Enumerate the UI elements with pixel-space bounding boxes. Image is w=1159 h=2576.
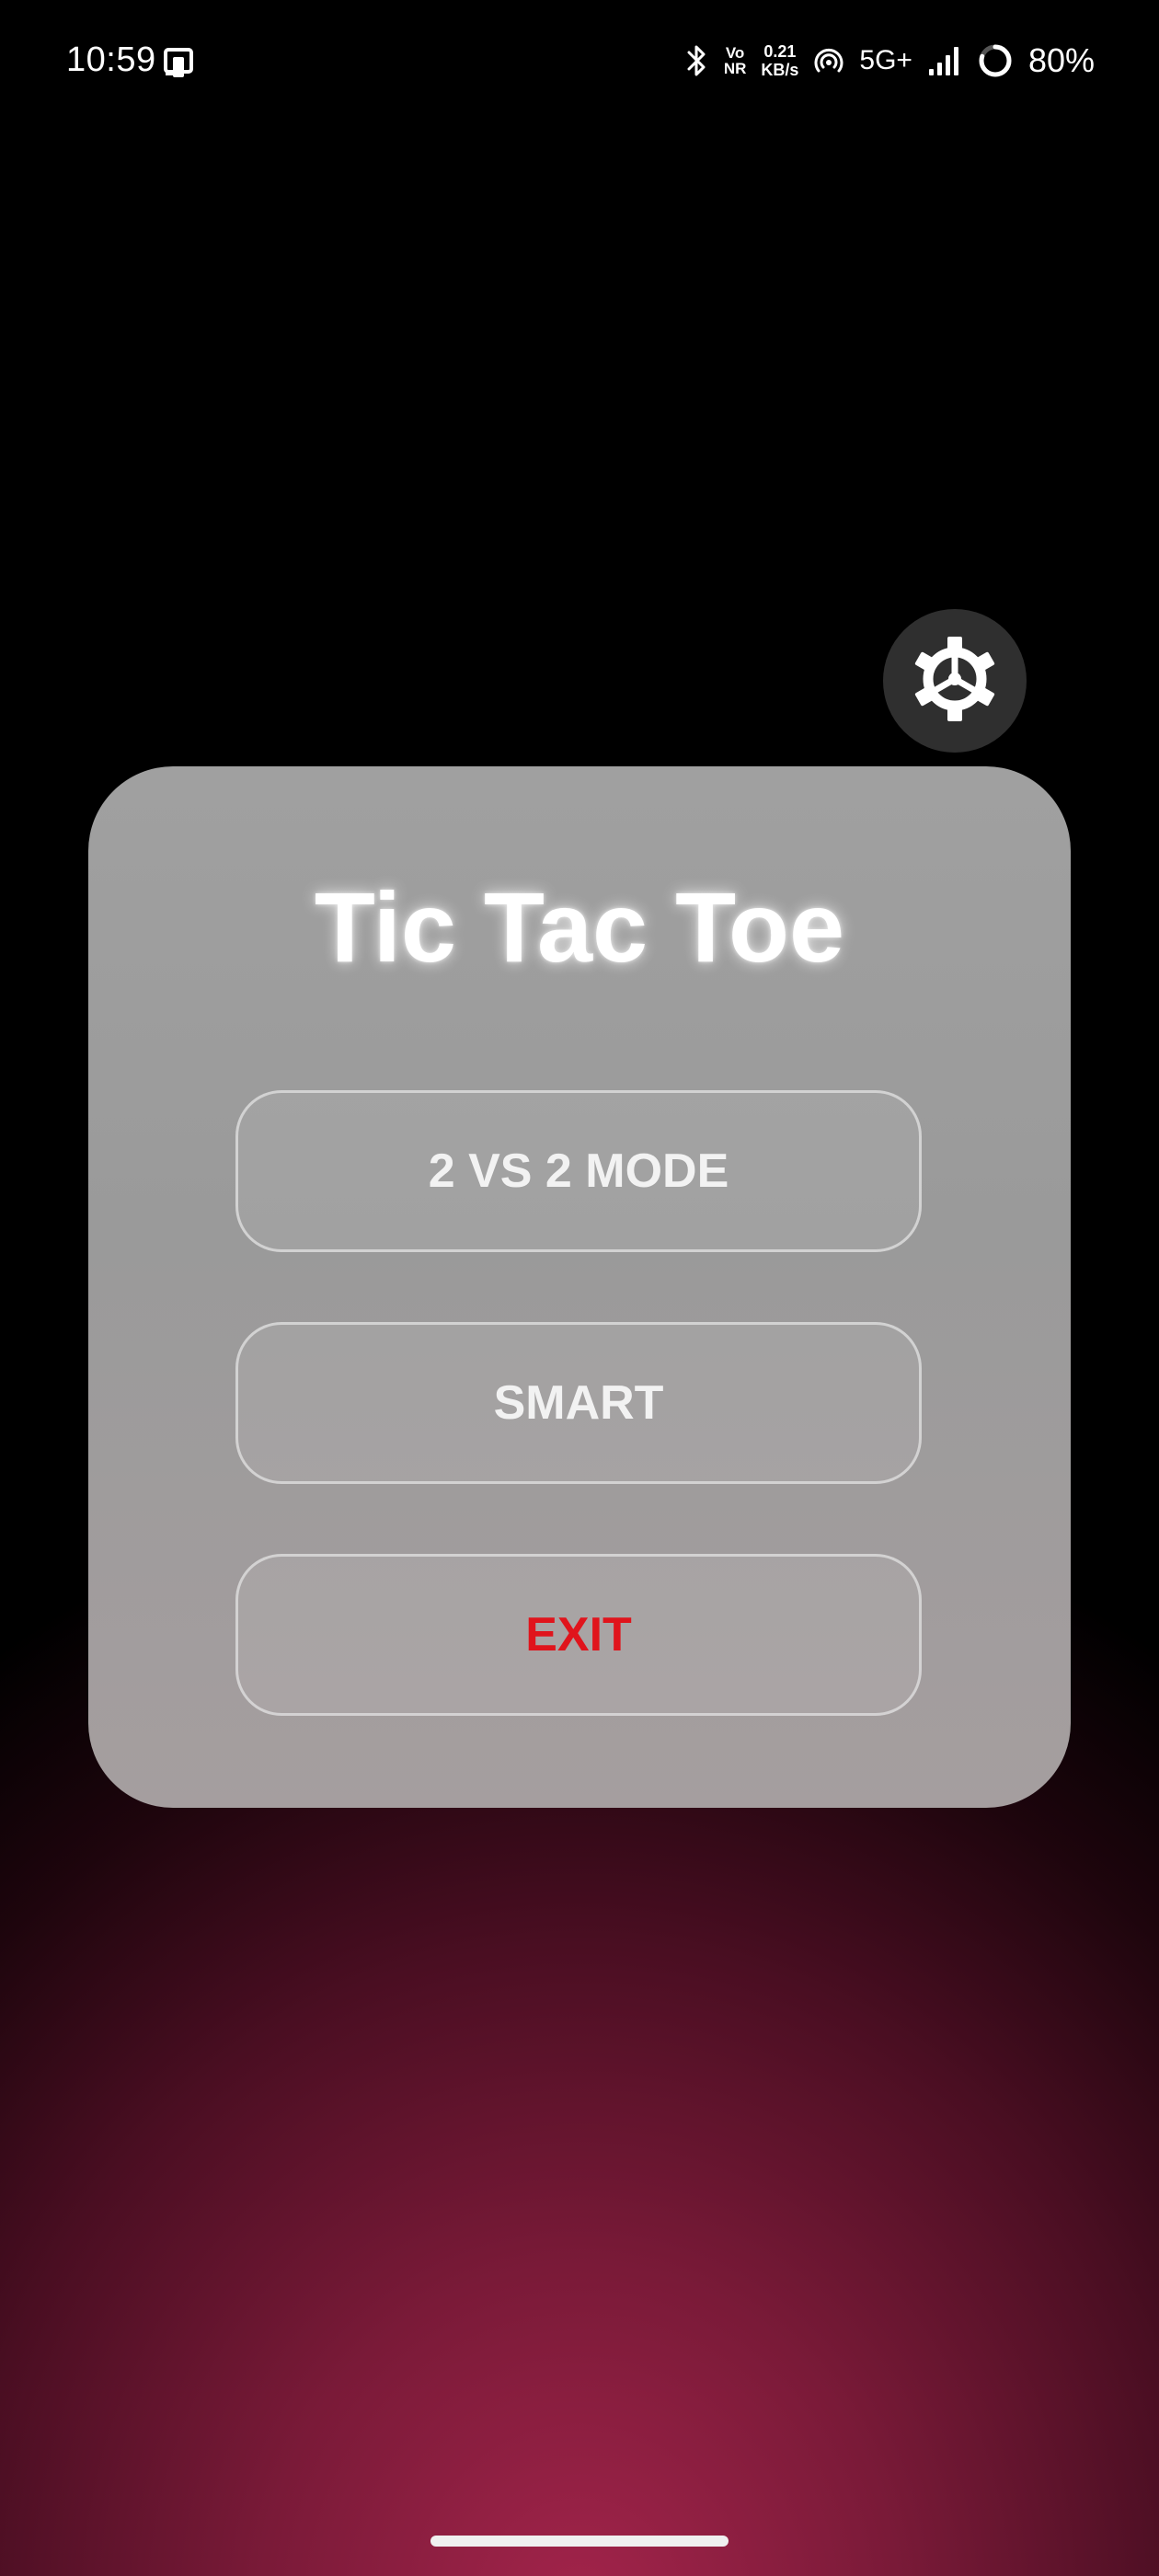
network-type: 5G+ <box>859 45 912 75</box>
bluetooth-icon <box>685 44 709 77</box>
battery-ring-icon <box>977 42 1014 79</box>
signal-icon <box>927 45 962 76</box>
notification-app-icon <box>162 44 197 79</box>
gear-icon <box>909 633 1001 730</box>
home-indicator[interactable] <box>430 2536 729 2547</box>
status-time: 10:59 <box>66 40 156 79</box>
vonr-indicator: Vo NR <box>723 44 747 77</box>
game-title: Tic Tac Toe <box>314 871 845 983</box>
battery-percentage: 80% <box>1027 41 1095 79</box>
two-vs-two-mode-button[interactable]: 2 VS 2 MODE <box>235 1090 922 1252</box>
smart-mode-button[interactable]: SMART <box>235 1322 922 1484</box>
hotspot-icon <box>813 45 844 76</box>
exit-button[interactable]: EXIT <box>235 1554 922 1716</box>
main-menu-card: Tic Tac Toe 2 VS 2 MODE SMART EXIT <box>88 766 1071 1808</box>
network-speed: 0.21 KB/s <box>761 42 799 79</box>
settings-button[interactable] <box>883 609 1027 753</box>
status-bar: 10:59 Vo NR 0.21 KB/s 5G+ 80% <box>0 0 1159 124</box>
status-icons: Vo NR 0.21 KB/s 5G+ 80% <box>685 35 1095 86</box>
